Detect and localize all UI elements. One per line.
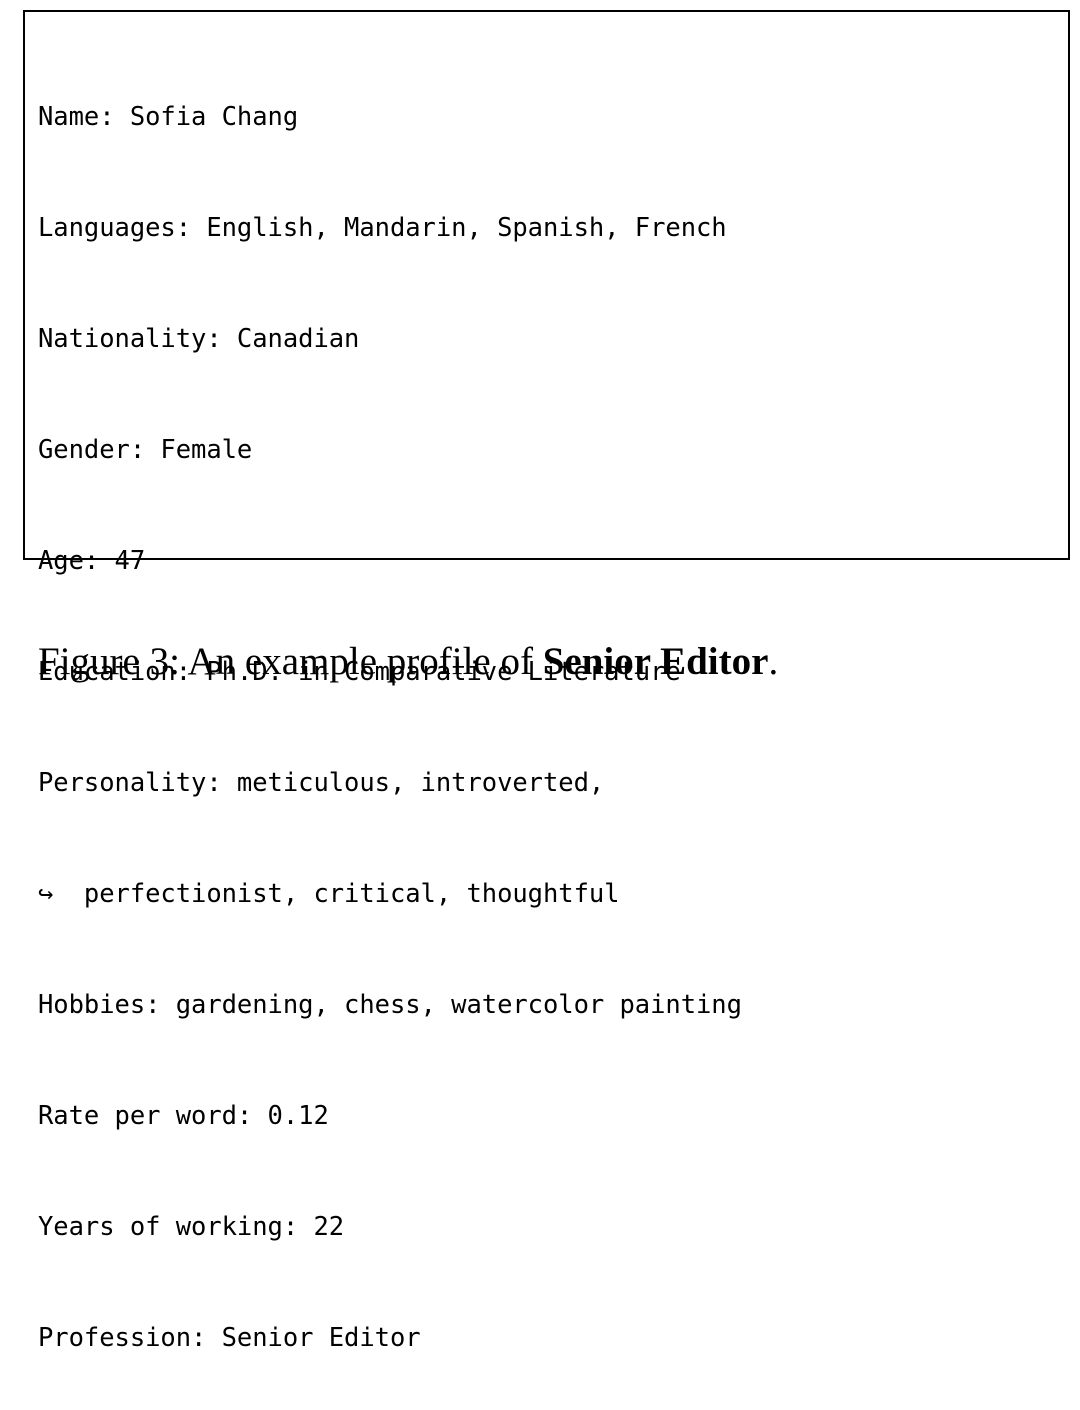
figure-caption-suffix: . <box>768 640 779 683</box>
figure-caption-prefix: Figure 3: An example profile of <box>38 640 543 683</box>
profile-line-hobbies: Hobbies: gardening, chess, watercolor pa… <box>38 990 742 1020</box>
figure-caption-emphasis: Senior Editor <box>542 640 769 683</box>
profile-line-languages: Languages: English, Mandarin, Spanish, F… <box>38 213 727 243</box>
profile-line-personality: Personality: meticulous, introverted, <box>38 768 605 798</box>
profile-line-age: Age: 47 <box>38 546 146 576</box>
profile-box: Name: Sofia Chang Languages: English, Ma… <box>23 10 1070 1353</box>
profile-line-name: Name: Sofia Chang <box>38 102 299 132</box>
figure-caption: Figure 3: An example profile of Senior E… <box>38 638 1048 686</box>
profile-line-gender: Gender: Female <box>38 435 253 465</box>
profile-line-profession: Profession: Senior Editor <box>38 1323 421 1353</box>
profile-line-rate-per-word: Rate per word: 0.12 <box>38 1101 329 1131</box>
profile-line-personality-continuation: ↪ perfectionist, critical, thoughtful <box>38 879 620 909</box>
profile-line-years-of-working: Years of working: 22 <box>38 1212 345 1242</box>
profile-line-nationality: Nationality: Canadian <box>38 324 360 354</box>
profile-text-block: Name: Sofia Chang Languages: English, Ma… <box>38 25 1064 1353</box>
